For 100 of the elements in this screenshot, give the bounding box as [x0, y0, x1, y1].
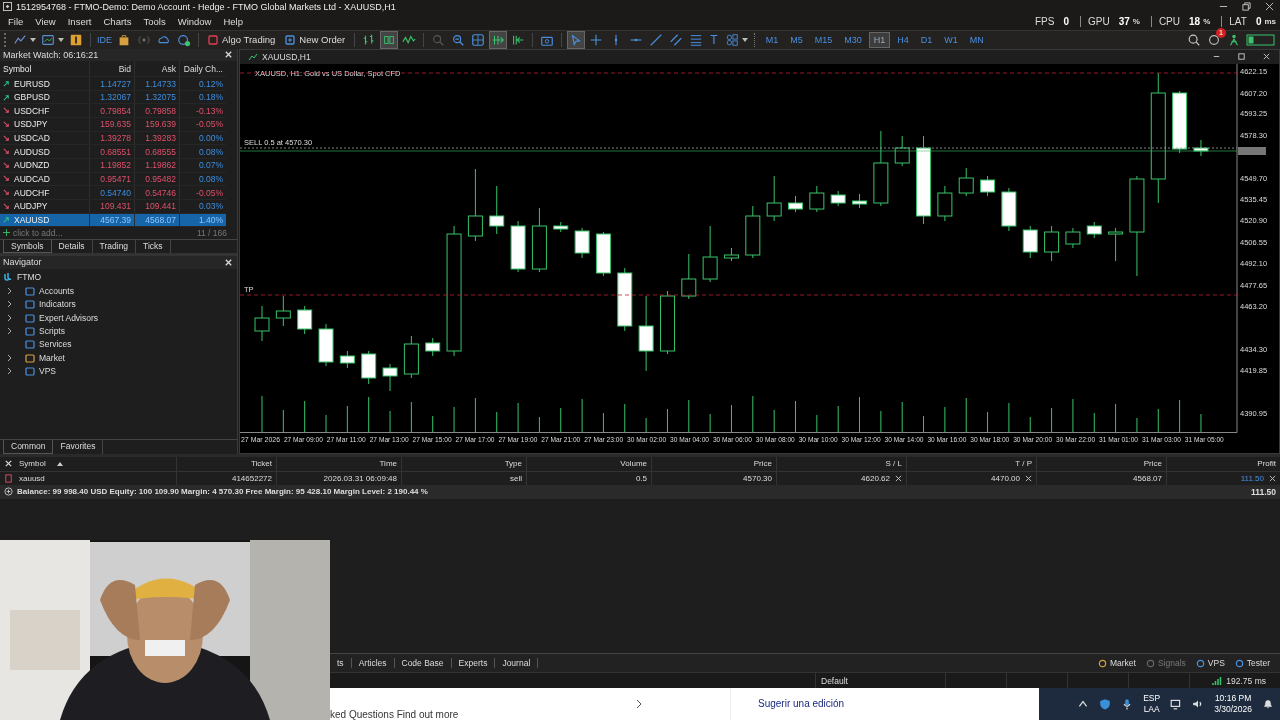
tree-item[interactable]: Expert Advisors — [39, 312, 99, 323]
tree-item[interactable]: Services — [39, 339, 72, 350]
column-header[interactable]: Profit — [1167, 457, 1280, 471]
tree-item[interactable]: VPS — [39, 366, 56, 377]
service-link[interactable]: Tester — [1234, 658, 1270, 669]
column-header[interactable]: S / L — [777, 457, 907, 471]
service-link[interactable]: VPS — [1195, 658, 1225, 669]
timeframe-button[interactable]: H1 — [869, 32, 890, 47]
menu-item[interactable]: Insert — [63, 16, 96, 28]
symbol-row[interactable]: USDCHF 0.79854 0.79858 -0.13% — [0, 104, 226, 119]
chevron-icon[interactable] — [7, 353, 13, 362]
caret-icon[interactable] — [741, 37, 748, 42]
column-header[interactable]: Symbol — [17, 457, 177, 471]
column-header[interactable]: Daily Ch... — [180, 61, 226, 77]
panel-tab[interactable]: Symbols — [3, 239, 52, 253]
toolbox-tab[interactable]: Experts — [451, 658, 496, 669]
auto-scroll-icon[interactable] — [490, 31, 507, 48]
symbol-row[interactable]: AUDCHF 0.54740 0.54746 -0.05% — [0, 186, 226, 200]
chevron-icon[interactable] — [636, 699, 642, 710]
new-order-button[interactable]: New Order — [282, 31, 349, 48]
panel-tab[interactable]: Ticks — [136, 239, 171, 253]
column-header[interactable]: Bid — [90, 61, 135, 77]
text-tool-button[interactable]: T — [708, 32, 720, 47]
service-link[interactable]: Market — [1097, 658, 1136, 669]
close-icon[interactable] — [224, 50, 233, 60]
chevron-icon[interactable] — [7, 313, 13, 322]
network-icon[interactable] — [1170, 698, 1183, 711]
symbol-row[interactable]: USDJPY 159.635 159.639 -0.05% — [0, 118, 226, 132]
symbol-row[interactable]: AUDUSD 0.68551 0.68555 0.08% — [0, 145, 226, 160]
close-icon[interactable] — [4, 459, 13, 469]
close-icon[interactable] — [1262, 52, 1271, 62]
menu-item[interactable]: Window — [173, 16, 216, 28]
symbol-row[interactable]: GBPUSD 1.32067 1.32075 0.18% — [0, 90, 226, 105]
grid-icon[interactable] — [470, 31, 487, 48]
timeframe-button[interactable]: W1 — [940, 32, 962, 47]
toolbox-tab[interactable]: Articles — [351, 658, 395, 669]
chevron-icon[interactable] — [7, 367, 13, 376]
clock-time[interactable]: 10:16 PM — [1214, 693, 1252, 705]
menu-item[interactable]: Tools — [139, 16, 170, 28]
symbol-row[interactable]: AUDNZD 1.19852 1.19862 0.07% — [0, 159, 226, 173]
toolbox-tab[interactable]: Journal — [495, 658, 539, 669]
timeframe-button[interactable]: MN — [965, 32, 988, 47]
timeframe-button[interactable]: M15 — [810, 32, 837, 47]
chevron-icon[interactable] — [7, 300, 13, 309]
menu-item[interactable]: File — [4, 16, 28, 28]
close-icon[interactable] — [224, 257, 233, 267]
chevron-icon[interactable] — [7, 286, 13, 295]
restore-icon[interactable] — [1242, 2, 1251, 11]
tree-item[interactable]: FTMO — [17, 272, 42, 283]
menu-item[interactable]: Help — [219, 16, 247, 28]
suggest-edit-link[interactable]: Sugerir una edición — [758, 698, 845, 710]
column-header[interactable]: Price — [1037, 457, 1167, 471]
current-price-tag — [1238, 146, 1266, 155]
close-icon[interactable] — [1025, 474, 1032, 482]
maximize-icon[interactable] — [1237, 52, 1246, 62]
column-header[interactable]: T / P — [907, 457, 1037, 471]
shield-icon[interactable] — [1099, 698, 1112, 711]
caret-icon[interactable] — [58, 37, 64, 42]
toolbox-tab[interactable]: Code Base — [394, 658, 452, 669]
clock-date[interactable]: 3/30/2026 — [1214, 704, 1252, 716]
timeframe-button[interactable]: M5 — [786, 32, 807, 47]
cursor-icon[interactable] — [568, 31, 585, 48]
menu-item[interactable]: Charts — [99, 16, 136, 28]
candlestick-icon[interactable] — [381, 31, 398, 48]
menu-item[interactable]: View — [31, 16, 60, 28]
column-header[interactable]: Time — [277, 457, 402, 471]
column-header[interactable]: Symbol — [0, 61, 90, 77]
symbol-row[interactable]: AUDJPY 109.431 109.441 0.03% — [0, 199, 226, 214]
plus-icon[interactable] — [3, 229, 10, 237]
symbol-row[interactable]: USDCAD 1.39278 1.39283 0.00% — [0, 131, 226, 146]
tree-item[interactable]: Market — [39, 352, 65, 363]
timeframe-button[interactable]: D1 — [916, 32, 937, 47]
column-header[interactable]: Type — [402, 457, 527, 471]
tree-item[interactable]: Accounts — [39, 285, 74, 296]
panel-tab[interactable]: Common — [3, 440, 54, 455]
ide-button[interactable]: IDE — [97, 34, 112, 45]
close-icon[interactable] — [1269, 474, 1276, 482]
chevron-icon[interactable] — [7, 327, 13, 336]
symbol-row[interactable]: AUDCAD 0.95471 0.95482 0.08% — [0, 172, 226, 187]
tree-item[interactable]: Indicators — [39, 299, 76, 310]
caret-icon[interactable] — [30, 37, 36, 42]
column-header[interactable]: Volume — [527, 457, 652, 471]
keyboard-layout[interactable]: LAA — [1143, 704, 1160, 716]
panel-tab[interactable]: Details — [51, 239, 93, 253]
close-icon[interactable] — [895, 474, 902, 482]
panel-tab[interactable]: Trading — [92, 239, 137, 253]
algo-trading-button[interactable]: Algo Trading — [205, 31, 279, 48]
symbol-row[interactable]: EURUSD 1.14727 1.14733 0.12% — [0, 77, 226, 91]
timeframe-button[interactable]: H4 — [893, 32, 913, 47]
column-header[interactable]: Ticket — [177, 457, 277, 471]
add-symbol-hint[interactable]: click to add... — [13, 227, 63, 238]
timeframe-button[interactable]: M30 — [840, 32, 866, 47]
close-icon[interactable] — [1265, 2, 1274, 11]
column-header[interactable]: Ask — [135, 61, 180, 77]
column-header[interactable]: Price — [652, 457, 777, 471]
input-language[interactable]: ESP — [1143, 693, 1161, 705]
timeframe-button[interactable]: M1 — [761, 32, 783, 47]
tree-item[interactable]: Scripts — [39, 326, 65, 337]
notification-bell-icon[interactable] — [1262, 698, 1274, 711]
notification-badge: 1 — [1216, 27, 1226, 38]
